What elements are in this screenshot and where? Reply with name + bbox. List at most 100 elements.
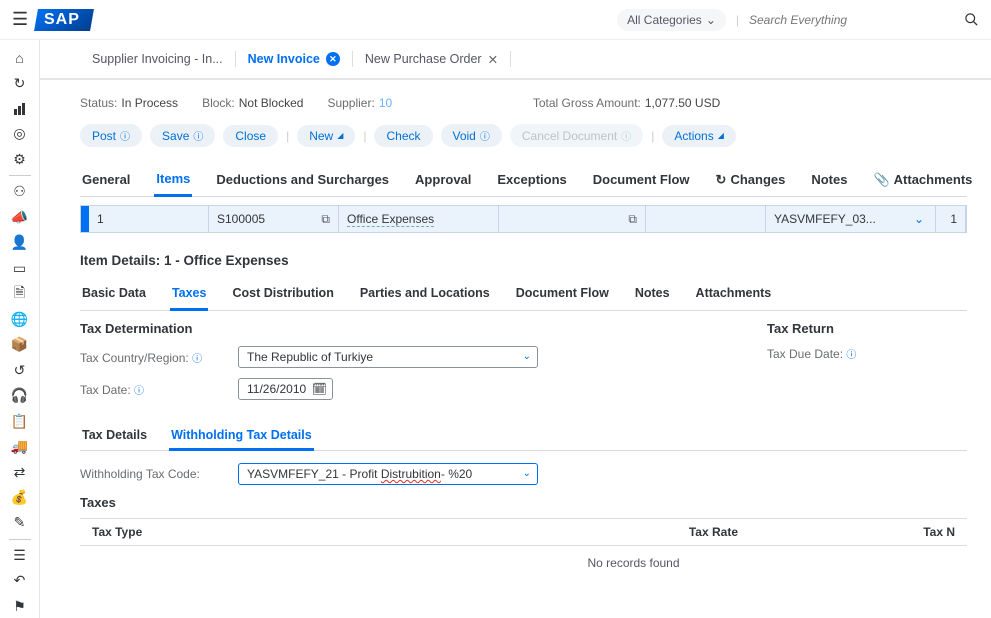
calendar-icon[interactable]: 🗓 (312, 382, 327, 396)
tab-items[interactable]: Items (154, 163, 192, 197)
tab-new-po[interactable]: New Purchase Order ✕ (353, 40, 510, 78)
tab-cost-dist[interactable]: Cost Distribution (230, 278, 335, 310)
withholding-code-label: Withholding Tax Code: (80, 467, 230, 481)
changes-icon: ↻ (716, 172, 727, 188)
tab-supplier-invoicing[interactable]: Supplier Invoicing - In... (80, 40, 235, 78)
tab-approval[interactable]: Approval (413, 163, 473, 196)
taxes-table-header: Tax Type Tax Rate Tax N (80, 518, 967, 546)
exchange-icon[interactable]: ⇄ (5, 460, 35, 483)
tab-docflow[interactable]: Document Flow (591, 163, 692, 196)
tax-date-input[interactable]: 11/26/2010 🗓 (238, 378, 333, 400)
post-button[interactable]: Postⓘ (80, 124, 142, 147)
tab-general[interactable]: General (80, 163, 132, 196)
top-bar: ☰ SAP All Categories ⌄ | (0, 0, 991, 40)
taxes-heading: Taxes (80, 495, 967, 510)
megaphone-icon[interactable]: 📣 (5, 206, 35, 229)
actions-button[interactable]: Actions◢ (662, 125, 736, 147)
tab-basic-data[interactable]: Basic Data (80, 278, 148, 310)
globe-icon[interactable]: 🌐 (5, 308, 35, 331)
card-icon[interactable]: ▭ (5, 256, 35, 279)
analytics-icon[interactable] (5, 97, 35, 120)
user-icon[interactable]: 👤 (5, 231, 35, 254)
code-cell[interactable]: YASVMFEFY_03... ⌄ (766, 206, 936, 232)
tab-new-invoice[interactable]: New Invoice ✕ (236, 40, 352, 78)
empty-cell[interactable]: ⧉ (499, 206, 646, 232)
cycle-icon[interactable]: ↺ (5, 359, 35, 382)
status-bar: Status:In Process Block:Not Blocked Supp… (80, 96, 967, 110)
target-icon[interactable]: ◎ (5, 122, 35, 145)
blank-cell[interactable] (646, 206, 766, 232)
save-button[interactable]: Saveⓘ (150, 124, 215, 147)
tab-item-docflow[interactable]: Document Flow (514, 278, 611, 310)
value-help-icon[interactable]: ⧉ (321, 212, 330, 227)
tax-due-date-label: Tax Due Date: ⓘ (767, 346, 856, 361)
block-value: Not Blocked (239, 96, 304, 110)
tax-determination-heading: Tax Determination (80, 321, 687, 336)
item-row[interactable]: 1 S100005 ⧉ Office Expenses ⧉ YASVMFEFY_… (80, 205, 967, 233)
search-input[interactable] (749, 13, 956, 27)
tax-country-select[interactable]: The Republic of Turkiye ⌄ (238, 346, 538, 368)
subtab-tax-details[interactable]: Tax Details (80, 422, 149, 450)
last-cell[interactable]: 1 (936, 206, 966, 232)
edit-icon[interactable]: ✎ (5, 511, 35, 534)
withholding-code-select[interactable]: YASVMFEFY_21 - Profit Distrubition- %20 … (238, 463, 538, 485)
search-icon[interactable] (964, 12, 979, 27)
help-icon: ⓘ (120, 128, 130, 143)
tax-determination-col: Tax Determination Tax Country/Region: ⓘ … (80, 321, 687, 410)
check-button[interactable]: Check (374, 125, 432, 147)
chevron-down-icon[interactable]: ⌄ (914, 212, 924, 226)
refresh-icon[interactable]: ↻ (5, 71, 35, 94)
main-content: Supplier Invoicing - In... New Invoice ✕… (40, 40, 991, 618)
help-icon[interactable]: ⓘ (134, 386, 144, 397)
gear-icon[interactable]: ⚙ (5, 148, 35, 171)
status-value: In Process (121, 96, 178, 110)
void-button[interactable]: Voidⓘ (441, 124, 502, 147)
tab-deductions[interactable]: Deductions and Surcharges (214, 163, 391, 196)
help-icon[interactable]: ⓘ (192, 354, 202, 365)
global-search[interactable] (749, 12, 979, 27)
tab-notes[interactable]: Notes (809, 163, 849, 196)
tab-item-attach[interactable]: Attachments (694, 278, 774, 310)
help-icon[interactable]: ⓘ (846, 350, 856, 361)
paperclip-icon: 📎 (873, 172, 889, 188)
all-categories-dropdown[interactable]: All Categories ⌄ (617, 9, 726, 31)
list-icon[interactable]: ☰ (5, 544, 35, 567)
product-cell[interactable]: S100005 ⧉ (209, 206, 339, 232)
value-help-icon[interactable]: ⧉ (628, 212, 637, 227)
clipboard-icon[interactable]: 📋 (5, 409, 35, 432)
chevron-down-icon: ◢ (718, 131, 724, 140)
close-button[interactable]: Close (223, 125, 278, 147)
subtab-withholding[interactable]: Withholding Tax Details (169, 422, 314, 451)
org-icon[interactable]: ⚇ (5, 180, 35, 203)
status-label: Status: (80, 96, 117, 110)
tax-date-label: Tax Date: ⓘ (80, 382, 230, 397)
tab-changes[interactable]: ↻Changes (714, 163, 788, 196)
cancel-doc-button: Cancel Documentⓘ (510, 124, 643, 147)
package-icon[interactable]: 📦 (5, 333, 35, 356)
line-cell[interactable]: 1 (89, 206, 209, 232)
tab-parties[interactable]: Parties and Locations (358, 278, 492, 310)
tab-item-notes[interactable]: Notes (633, 278, 672, 310)
close-icon[interactable]: ✕ (326, 52, 340, 66)
history-icon[interactable]: ↶ (5, 569, 35, 592)
tab-taxes[interactable]: Taxes (170, 278, 209, 311)
col-tax-type: Tax Type (80, 519, 430, 545)
help-icon: ⓘ (621, 128, 631, 143)
chevron-down-icon: ⌄ (523, 468, 531, 479)
new-button[interactable]: New◢ (297, 125, 355, 147)
tab-attachments[interactable]: 📎Attachments (871, 163, 974, 196)
home-icon[interactable]: ⌂ (5, 46, 35, 69)
flag-icon[interactable]: ⚑ (5, 594, 35, 617)
money-icon[interactable]: 💰 (5, 486, 35, 509)
item-detail-tabs: Basic Data Taxes Cost Distribution Parti… (80, 278, 967, 311)
transport-icon[interactable]: 🚚 (5, 435, 35, 458)
close-icon[interactable]: ✕ (488, 52, 498, 67)
item-details-title: Item Details: 1 - Office Expenses (80, 253, 967, 268)
tab-exceptions[interactable]: Exceptions (495, 163, 568, 196)
headset-icon[interactable]: 🎧 (5, 384, 35, 407)
all-categories-label: All Categories (627, 13, 702, 27)
row-selection-marker (81, 206, 89, 232)
menu-icon[interactable]: ☰ (12, 9, 28, 30)
doc-icon[interactable]: 🗎 (5, 282, 35, 306)
description-cell[interactable]: Office Expenses (339, 206, 499, 232)
